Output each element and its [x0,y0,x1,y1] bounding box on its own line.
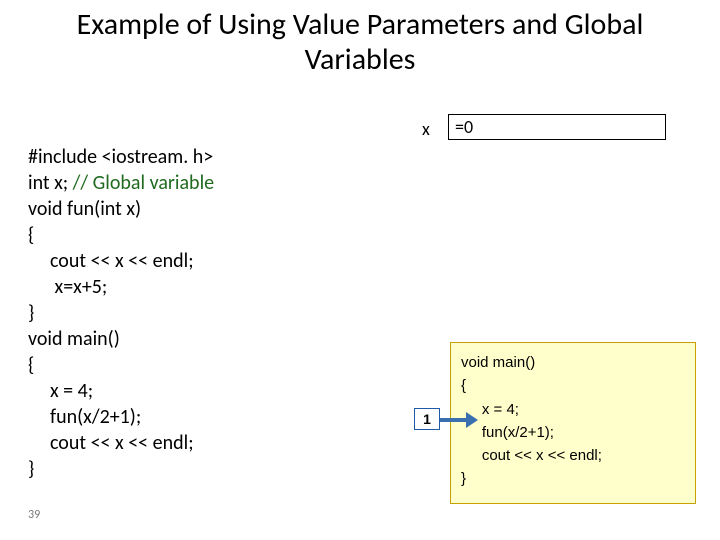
slide-title: Example of Using Value Parameters and Gl… [0,8,720,77]
callout-line: { [461,374,685,397]
arrow-icon [440,418,468,422]
callout-line: x = 4; [461,398,685,421]
code-line: { [28,223,34,247]
variable-label-x: x [422,118,430,140]
step-number-box: 1 [414,408,440,430]
code-line: } [28,301,34,325]
code-line: fun(x/2+1); [28,405,141,429]
code-comment: // Global variable [73,171,214,195]
code-line: x = 4; [28,379,93,403]
variable-value-box: =0 [448,114,666,140]
callout-line: cout << x << endl; [461,444,685,467]
code-line: void fun(int x) [28,197,141,221]
code-line: cout << x << endl; [28,249,194,273]
main-function-callout: void main() { x = 4; fun(x/2+1); cout <<… [450,342,696,504]
code-line: } [28,457,34,481]
callout-line: fun(x/2+1); [461,421,685,444]
code-line: { [28,353,34,377]
code-line: int x; // Global variable [28,171,214,195]
code-listing: #include <iostream. h> int x; // Global … [28,118,368,482]
code-line: #include <iostream. h> [28,145,213,169]
code-line: void main() [28,327,120,351]
callout-line: } [461,467,685,490]
arrow-head-icon [466,412,478,428]
code-line: cout << x << endl; [28,431,194,455]
code-line: x=x+5; [28,275,107,299]
callout-line: void main() [461,351,685,374]
page-number: 39 [28,508,40,522]
